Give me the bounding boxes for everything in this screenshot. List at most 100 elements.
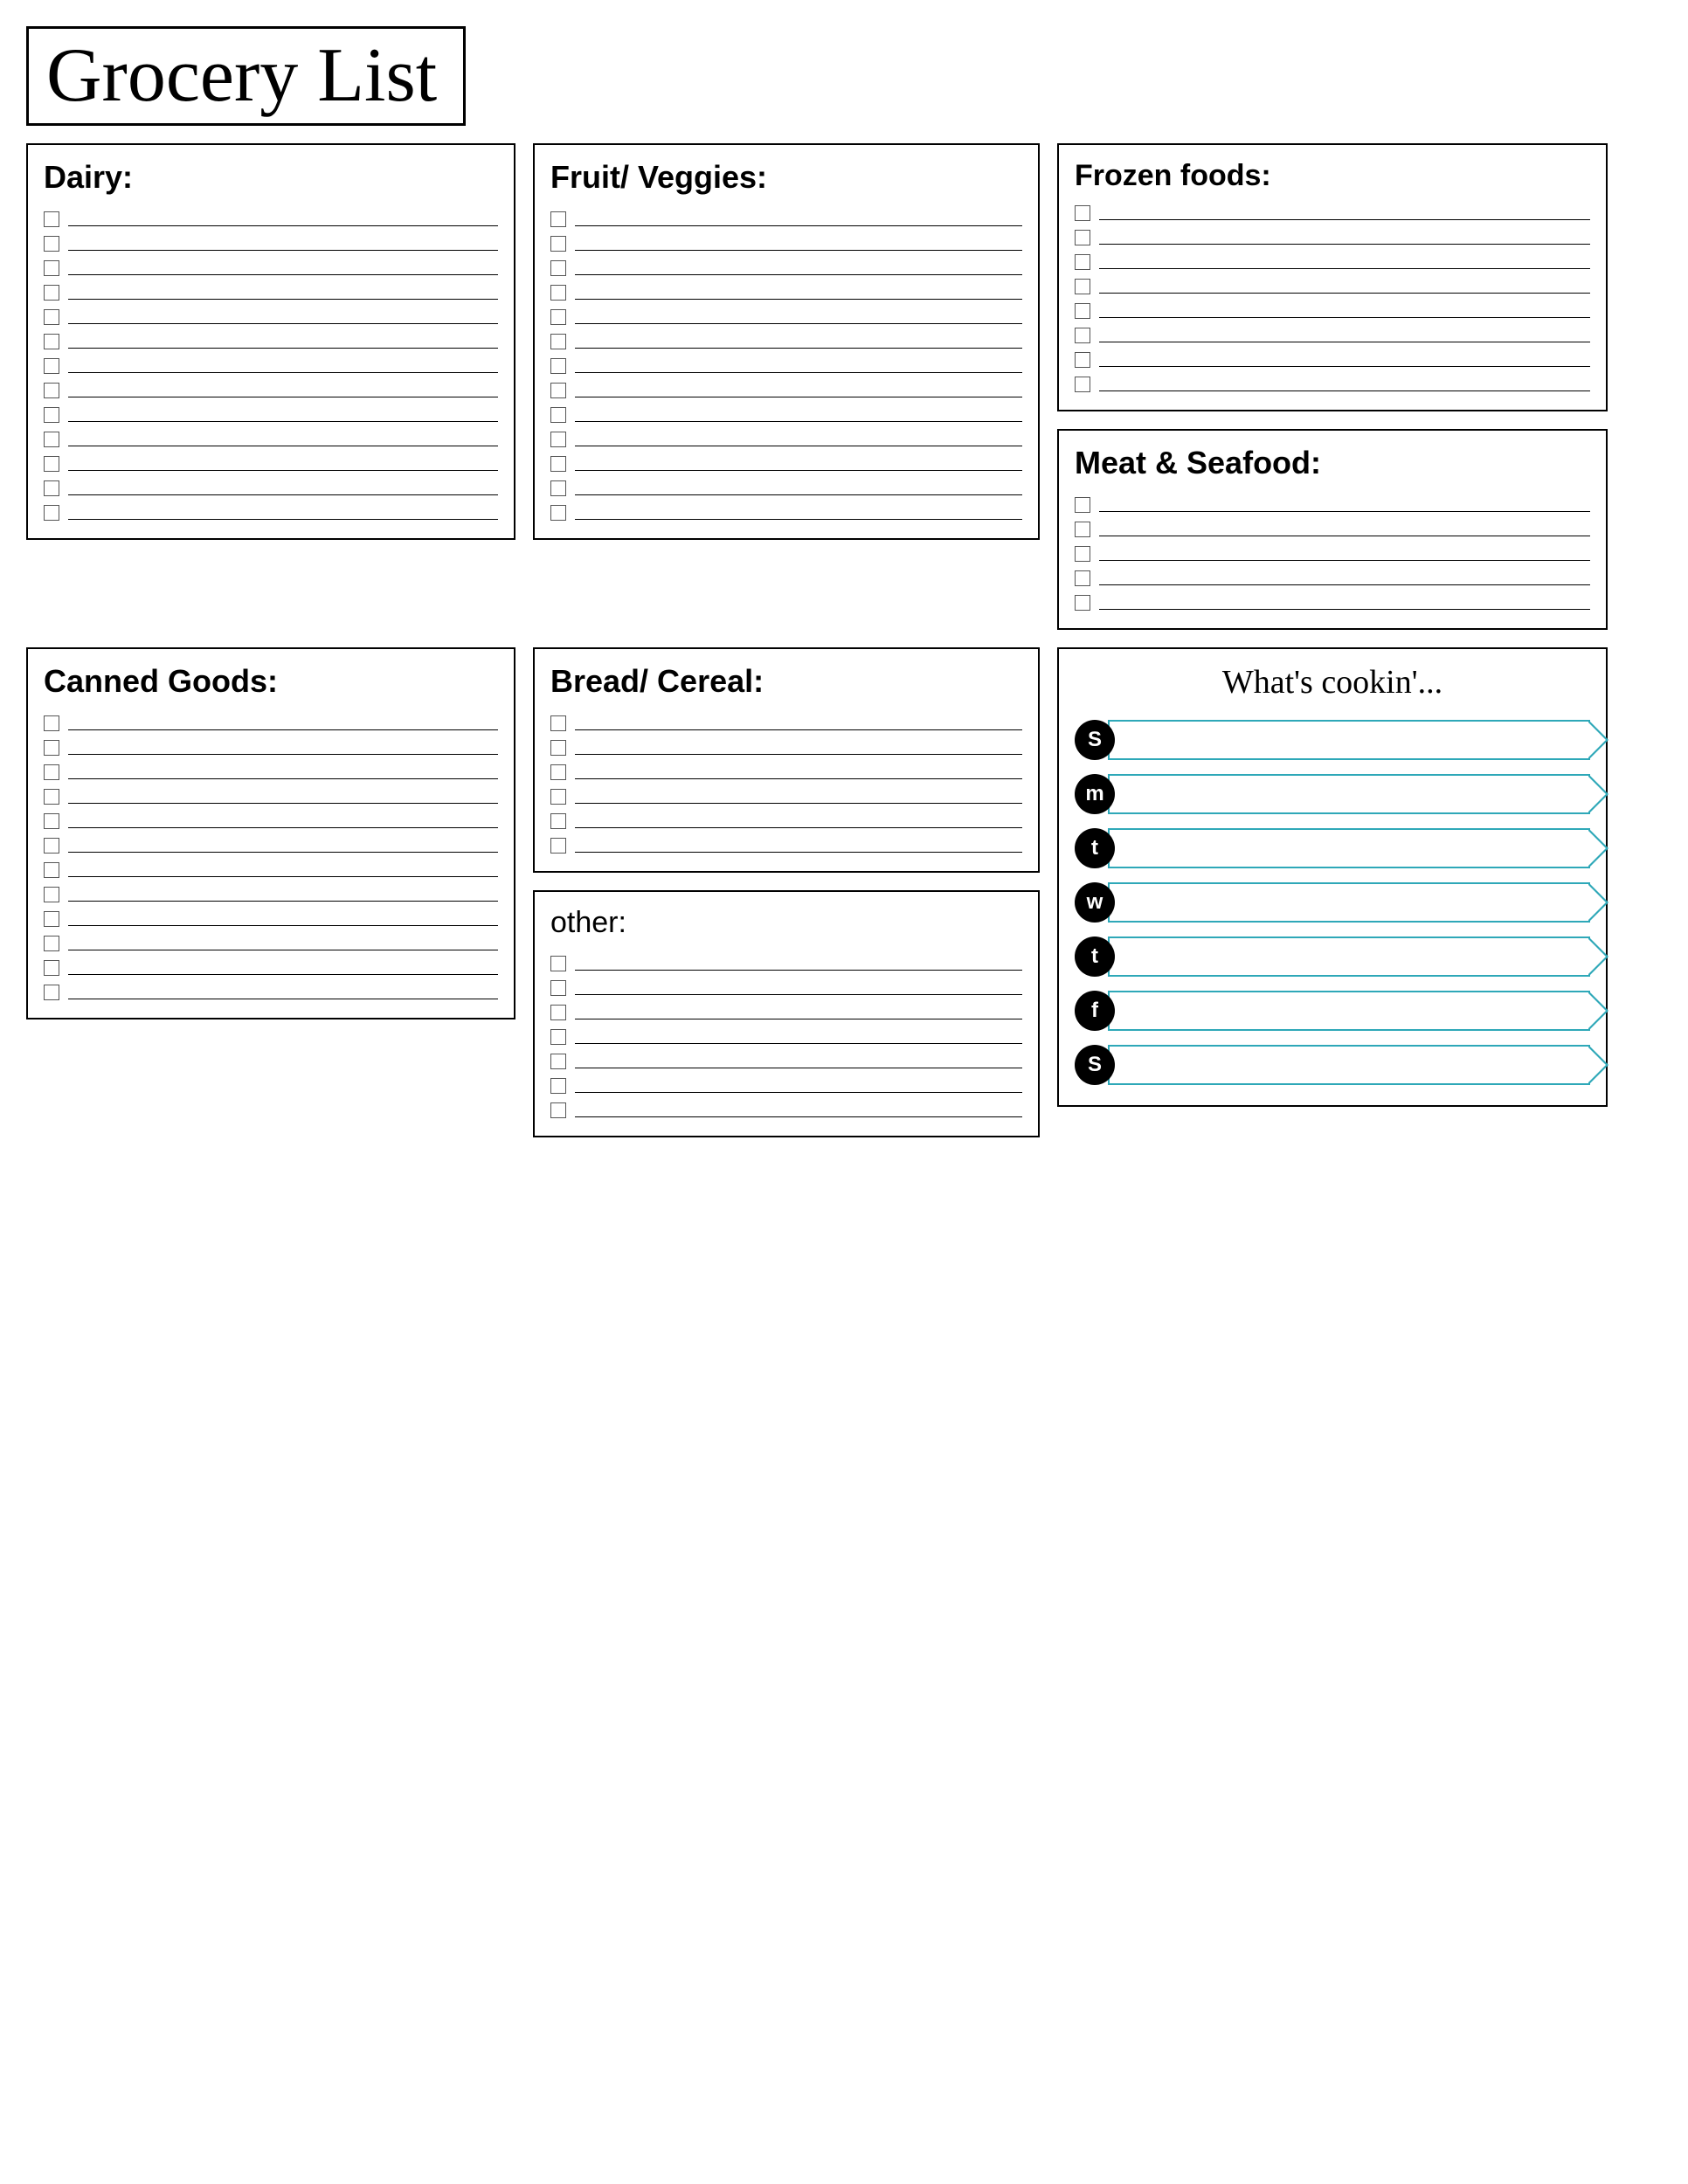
checkbox[interactable] xyxy=(44,211,59,227)
other-title: other: xyxy=(550,906,1022,940)
list-item xyxy=(550,211,1022,227)
checkbox[interactable] xyxy=(1075,497,1090,513)
checkbox[interactable] xyxy=(44,260,59,276)
checkbox[interactable] xyxy=(44,813,59,829)
list-item xyxy=(1075,279,1590,294)
checkbox[interactable] xyxy=(1075,303,1090,319)
bread-list xyxy=(550,715,1022,854)
day-badge-tuesday: t xyxy=(1075,828,1115,868)
list-item xyxy=(44,838,498,854)
checkbox[interactable] xyxy=(44,715,59,731)
checkbox[interactable] xyxy=(1075,279,1090,294)
checkbox[interactable] xyxy=(44,936,59,951)
list-item xyxy=(550,1102,1022,1118)
day-badge-sunday: S xyxy=(1075,720,1115,760)
checkbox[interactable] xyxy=(1075,254,1090,270)
list-item xyxy=(550,285,1022,301)
list-item xyxy=(550,1005,1022,1020)
day-arrow xyxy=(1108,828,1590,868)
checkbox[interactable] xyxy=(1075,352,1090,368)
list-item xyxy=(1075,546,1590,562)
checkbox[interactable] xyxy=(550,1078,566,1094)
list-item xyxy=(44,358,498,374)
checkbox[interactable] xyxy=(550,456,566,472)
canned-section: Canned Goods: xyxy=(26,647,515,1019)
checkbox[interactable] xyxy=(1075,230,1090,245)
checkbox[interactable] xyxy=(44,334,59,349)
title-box: Grocery List xyxy=(26,26,466,126)
checkbox[interactable] xyxy=(550,358,566,374)
checkbox[interactable] xyxy=(44,838,59,854)
checkbox[interactable] xyxy=(550,1005,566,1020)
checkbox[interactable] xyxy=(550,505,566,521)
checkbox[interactable] xyxy=(44,480,59,496)
checkbox[interactable] xyxy=(550,789,566,805)
checkbox[interactable] xyxy=(44,887,59,902)
checkbox[interactable] xyxy=(44,383,59,398)
checkbox[interactable] xyxy=(44,862,59,878)
checkbox[interactable] xyxy=(550,838,566,854)
list-item xyxy=(44,789,498,805)
checkbox[interactable] xyxy=(550,1054,566,1069)
list-item xyxy=(44,887,498,902)
list-item xyxy=(550,1078,1022,1094)
checkbox[interactable] xyxy=(44,789,59,805)
list-item: t xyxy=(1075,826,1590,871)
checkbox[interactable] xyxy=(550,764,566,780)
checkbox[interactable] xyxy=(44,985,59,1000)
cookin-title: What's cookin'... xyxy=(1075,663,1590,702)
checkbox[interactable] xyxy=(550,715,566,731)
checkbox[interactable] xyxy=(44,911,59,927)
meat-section: Meat & Seafood: xyxy=(1057,429,1608,630)
checkbox[interactable] xyxy=(550,407,566,423)
checkbox[interactable] xyxy=(550,383,566,398)
list-item xyxy=(44,960,498,976)
list-item xyxy=(44,985,498,1000)
checkbox[interactable] xyxy=(550,1029,566,1045)
list-item: t xyxy=(1075,934,1590,979)
checkbox[interactable] xyxy=(550,813,566,829)
day-badge-monday: m xyxy=(1075,774,1115,814)
checkbox[interactable] xyxy=(550,956,566,971)
list-item xyxy=(550,505,1022,521)
checkbox[interactable] xyxy=(550,980,566,996)
list-item xyxy=(44,383,498,398)
checkbox[interactable] xyxy=(1075,328,1090,343)
day-arrow xyxy=(1108,1045,1590,1085)
list-item xyxy=(44,211,498,227)
checkbox[interactable] xyxy=(44,236,59,252)
checkbox[interactable] xyxy=(44,960,59,976)
checkbox[interactable] xyxy=(1075,377,1090,392)
checkbox[interactable] xyxy=(550,334,566,349)
checkbox[interactable] xyxy=(1075,570,1090,586)
checkbox[interactable] xyxy=(44,740,59,756)
list-item xyxy=(550,407,1022,423)
checkbox[interactable] xyxy=(550,309,566,325)
list-item xyxy=(44,936,498,951)
checkbox[interactable] xyxy=(1075,522,1090,537)
list-item xyxy=(44,432,498,447)
day-badge-thursday: t xyxy=(1075,936,1115,977)
checkbox[interactable] xyxy=(550,236,566,252)
checkbox[interactable] xyxy=(44,505,59,521)
checkbox[interactable] xyxy=(550,211,566,227)
checkbox[interactable] xyxy=(550,480,566,496)
checkbox[interactable] xyxy=(1075,546,1090,562)
checkbox[interactable] xyxy=(44,285,59,301)
checkbox[interactable] xyxy=(44,407,59,423)
frozen-section: Frozen foods: xyxy=(1057,143,1608,411)
list-item xyxy=(550,715,1022,731)
checkbox[interactable] xyxy=(44,358,59,374)
checkbox[interactable] xyxy=(1075,205,1090,221)
list-item xyxy=(44,407,498,423)
checkbox[interactable] xyxy=(550,1102,566,1118)
checkbox[interactable] xyxy=(550,740,566,756)
checkbox[interactable] xyxy=(44,764,59,780)
checkbox[interactable] xyxy=(550,285,566,301)
checkbox[interactable] xyxy=(550,260,566,276)
checkbox[interactable] xyxy=(44,432,59,447)
checkbox[interactable] xyxy=(550,432,566,447)
checkbox[interactable] xyxy=(44,456,59,472)
checkbox[interactable] xyxy=(44,309,59,325)
checkbox[interactable] xyxy=(1075,595,1090,611)
